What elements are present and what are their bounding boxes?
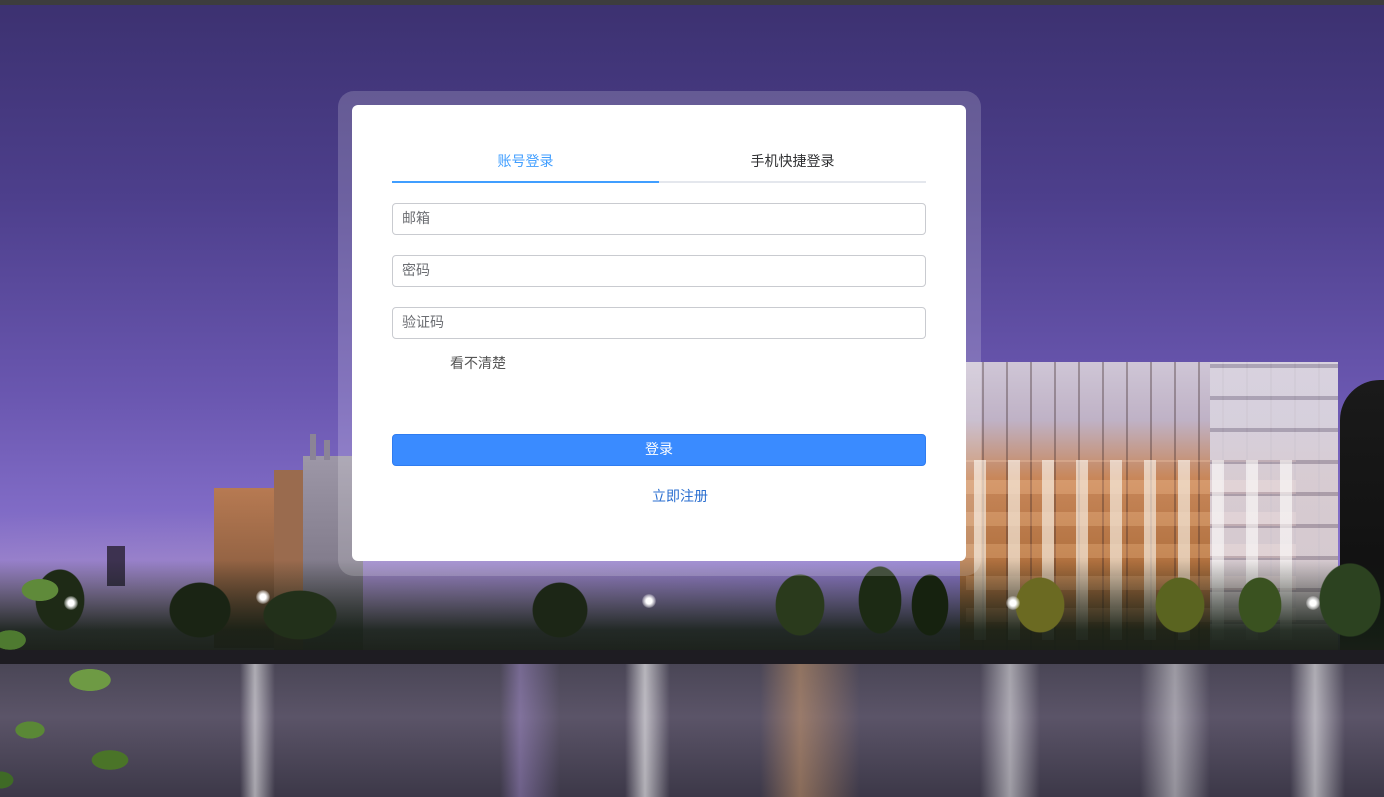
tab-account-login[interactable]: 账号登录 [392, 145, 659, 183]
login-tabs: 账号登录 手机快捷登录 [392, 145, 926, 183]
street-lamp [1006, 596, 1020, 610]
login-button[interactable]: 登录 [392, 434, 926, 466]
email-field[interactable] [392, 203, 926, 235]
register-link[interactable]: 立即注册 [652, 486, 708, 506]
street-lamp [1306, 596, 1320, 610]
lake-reflection [0, 664, 1384, 797]
chimney [310, 434, 316, 460]
login-card: 账号登录 手机快捷登录 看不清楚 登录 立即注册 [352, 105, 966, 561]
captcha-image[interactable] [392, 349, 444, 377]
street-lamp [642, 594, 656, 608]
street-lamp [256, 590, 270, 604]
password-field[interactable] [392, 255, 926, 287]
tab-phone-quick-login[interactable]: 手机快捷登录 [659, 145, 926, 181]
window-top-bar [0, 0, 1384, 5]
captcha-field[interactable] [392, 307, 926, 339]
chimney [324, 440, 330, 460]
captcha-refresh-link[interactable]: 看不清楚 [450, 353, 506, 373]
foreground-foliage [0, 560, 180, 797]
